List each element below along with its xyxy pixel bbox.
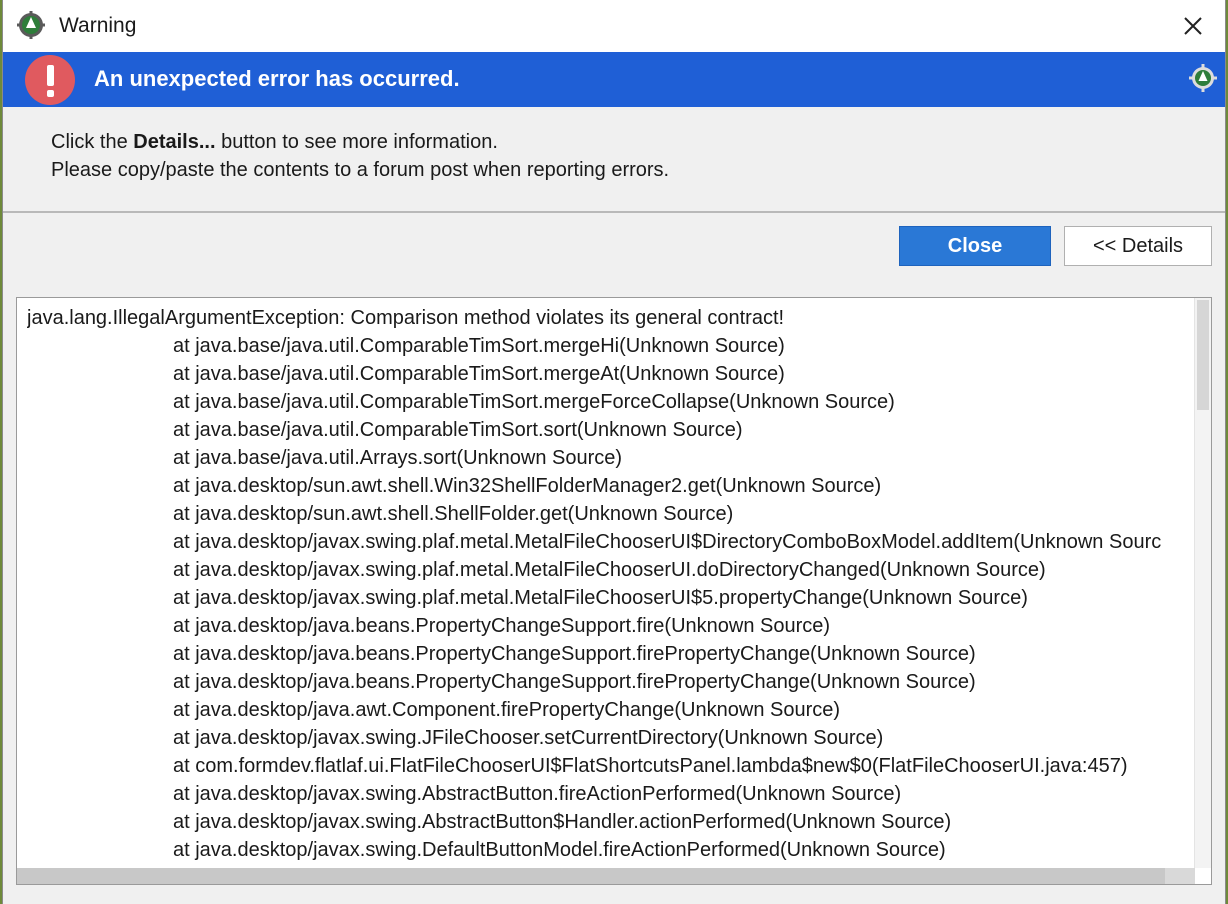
- horizontal-scroll-thumb[interactable]: [17, 868, 1165, 884]
- stack-trace-area[interactable]: java.lang.IllegalArgumentException: Comp…: [16, 297, 1212, 885]
- stack-frame-line: at java.desktop/java.beans.PropertyChang…: [173, 615, 831, 637]
- divider: [3, 211, 1225, 213]
- stack-frame-line: at java.base/java.util.ComparableTimSort…: [173, 335, 785, 357]
- stack-frame-line: at java.base/java.util.ComparableTimSort…: [173, 391, 895, 413]
- stack-frame-line: at java.desktop/sun.awt.shell.Win32Shell…: [173, 475, 882, 497]
- stack-frame-line: at java.desktop/javax.swing.AbstractButt…: [173, 811, 952, 833]
- message-line-2: Please copy/paste the contents to a foru…: [51, 159, 670, 181]
- error-exclamation-icon: [25, 55, 75, 105]
- title-bar: Warning: [3, 0, 1225, 52]
- stack-frame-line: at com.formdev.flatlaf.ui.FlatFileChoose…: [173, 755, 1128, 777]
- stack-trace-text: java.lang.IllegalArgumentException: Comp…: [27, 304, 1195, 864]
- stack-frame-line: at java.base/java.util.ComparableTimSort…: [173, 419, 743, 441]
- stack-frame-line: at java.base/java.util.Arrays.sort(Unkno…: [173, 447, 623, 469]
- stack-frame-line: at java.desktop/java.beans.PropertyChang…: [173, 671, 976, 693]
- exception-header: java.lang.IllegalArgumentException: Comp…: [27, 307, 785, 329]
- stack-frame-line: at java.desktop/javax.swing.JFileChooser…: [173, 727, 884, 749]
- stack-frame-line: at java.desktop/java.awt.Component.fireP…: [173, 699, 841, 721]
- stack-frame-line: at java.base/java.util.ComparableTimSort…: [173, 363, 785, 385]
- stack-frame-line: at java.desktop/javax.swing.DefaultButto…: [173, 839, 946, 861]
- message-details-bold: Details...: [133, 131, 216, 153]
- message-line-1: Click the Details... button to see more …: [51, 128, 669, 156]
- window-title: Warning: [59, 14, 137, 37]
- vertical-scroll-thumb[interactable]: [1197, 300, 1209, 410]
- info-message: Click the Details... button to see more …: [51, 128, 669, 184]
- stack-frame-line: at java.desktop/javax.swing.plaf.metal.M…: [173, 531, 1162, 553]
- stack-frame-line: at java.desktop/sun.awt.shell.ShellFolde…: [173, 503, 734, 525]
- gear-icon: [1189, 64, 1217, 92]
- error-banner: An unexpected error has occurred.: [3, 52, 1225, 107]
- close-button[interactable]: Close: [899, 226, 1051, 266]
- vertical-scrollbar[interactable]: [1194, 298, 1211, 868]
- stack-frame-line: at java.desktop/javax.swing.plaf.metal.M…: [173, 559, 1046, 581]
- stack-frame-line: at java.desktop/java.beans.PropertyChang…: [173, 643, 976, 665]
- stack-frame-line: at java.desktop/javax.swing.plaf.metal.M…: [173, 587, 1028, 609]
- eclipse-gear-icon: [17, 11, 45, 39]
- close-icon[interactable]: [1175, 8, 1211, 44]
- details-toggle-button[interactable]: << Details: [1064, 226, 1212, 266]
- horizontal-scrollbar[interactable]: [17, 868, 1195, 884]
- message-prefix: Click the: [51, 131, 134, 153]
- message-suffix: button to see more information.: [215, 131, 498, 153]
- error-heading: An unexpected error has occurred.: [94, 66, 460, 91]
- stack-frame-line: at java.desktop/javax.swing.AbstractButt…: [173, 783, 902, 805]
- warning-dialog: Warning An unexpected error has occurred…: [2, 0, 1226, 904]
